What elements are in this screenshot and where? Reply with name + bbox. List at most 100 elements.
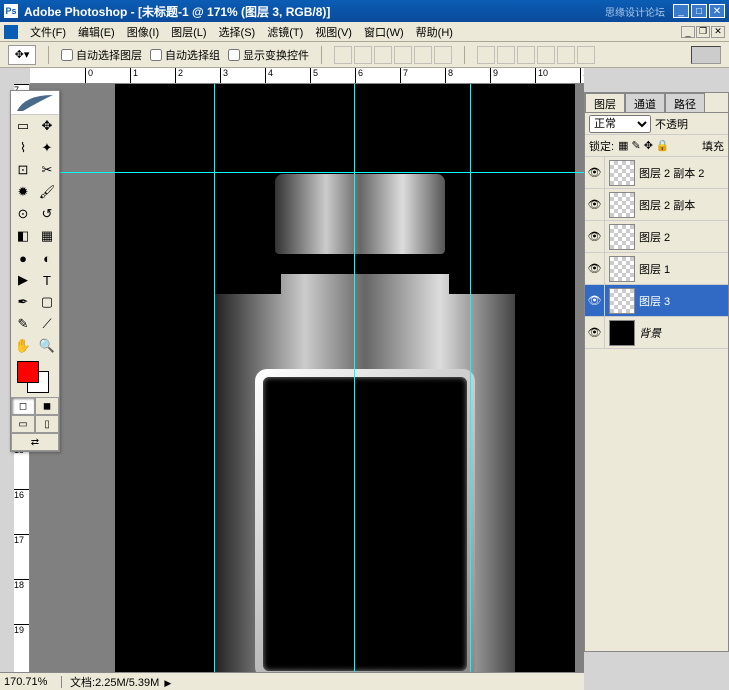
align-top-icon[interactable] <box>334 46 352 64</box>
doc-restore-button[interactable]: ❐ <box>696 26 710 38</box>
crop-tool-icon[interactable]: ⊡ <box>11 159 35 181</box>
tool-preset-picker[interactable]: ✥▾ <box>8 45 36 65</box>
menu-layer[interactable]: 图层(L) <box>165 22 212 42</box>
screen-mode-2-icon[interactable]: ▯ <box>35 415 59 433</box>
lasso-tool-icon[interactable]: ⌇ <box>11 137 35 159</box>
heal-tool-icon[interactable]: ✹ <box>11 181 35 203</box>
artwork-cap <box>275 174 445 254</box>
distribute-2-icon[interactable] <box>497 46 515 64</box>
history-brush-tool-icon[interactable]: ↺ <box>35 203 59 225</box>
blur-tool-icon[interactable]: ● <box>11 247 35 269</box>
show-transform-checkbox[interactable]: 显示变换控件 <box>228 47 309 63</box>
eraser-tool-icon[interactable]: ◧ <box>11 225 35 247</box>
layer-thumbnail[interactable] <box>609 320 635 346</box>
lock-transparency-icon[interactable]: ▦ <box>618 139 628 152</box>
layer-name-label[interactable]: 背景 <box>639 325 661 341</box>
layer-thumbnail[interactable] <box>609 224 635 250</box>
distribute-6-icon[interactable] <box>577 46 595 64</box>
visibility-eye-icon[interactable]: 👁 <box>585 285 605 316</box>
shape-tool-icon[interactable]: ▢ <box>35 291 59 313</box>
eyedropper-tool-icon[interactable]: ⟋ <box>35 313 59 335</box>
menu-edit[interactable]: 编辑(E) <box>72 22 121 42</box>
distribute-1-icon[interactable] <box>477 46 495 64</box>
distribute-4-icon[interactable] <box>537 46 555 64</box>
palette-well[interactable] <box>691 46 721 64</box>
close-button[interactable]: ✕ <box>709 4 725 18</box>
layer-name-label[interactable]: 图层 1 <box>639 261 670 277</box>
tab-paths[interactable]: 路径 <box>665 93 705 112</box>
layer-row[interactable]: 👁 图层 2 副本 <box>585 189 728 221</box>
layer-name-label[interactable]: 图层 2 <box>639 229 670 245</box>
lock-position-icon[interactable]: ✥ <box>644 139 653 152</box>
visibility-eye-icon[interactable]: 👁 <box>585 253 605 284</box>
align-hcenter-icon[interactable] <box>414 46 432 64</box>
brush-tool-icon[interactable]: 🖌 <box>35 181 59 203</box>
jump-to-imageready-icon[interactable]: ⇄ <box>11 433 59 451</box>
align-bottom-icon[interactable] <box>374 46 392 64</box>
tab-layers[interactable]: 图层 <box>585 93 625 112</box>
layer-row[interactable]: 👁 图层 1 <box>585 253 728 285</box>
gradient-tool-icon[interactable]: ▦ <box>35 225 59 247</box>
notes-tool-icon[interactable]: ✎ <box>11 313 35 335</box>
distribute-5-icon[interactable] <box>557 46 575 64</box>
foreground-color-swatch[interactable] <box>17 361 39 383</box>
zoom-tool-icon[interactable]: 🔍 <box>35 335 59 357</box>
menu-help[interactable]: 帮助(H) <box>410 22 459 42</box>
guide-horizontal[interactable] <box>30 172 584 173</box>
lock-all-icon[interactable]: 🔒 <box>656 139 670 152</box>
menu-image[interactable]: 图像(I) <box>121 22 165 42</box>
layer-row[interactable]: 👁 图层 2 副本 2 <box>585 157 728 189</box>
horizontal-ruler[interactable]: 0 1 2 3 4 5 6 7 8 9 10 11 <box>30 68 584 84</box>
layer-thumbnail[interactable] <box>609 256 635 282</box>
standard-mode-icon[interactable]: ◻ <box>11 397 35 415</box>
visibility-eye-icon[interactable]: 👁 <box>585 221 605 252</box>
layer-thumbnail[interactable] <box>609 288 635 314</box>
menu-file[interactable]: 文件(F) <box>24 22 72 42</box>
quickmask-mode-icon[interactable]: ◼ <box>35 397 59 415</box>
move-tool-icon[interactable]: ✥ <box>35 115 59 137</box>
layer-thumbnail[interactable] <box>609 160 635 186</box>
layer-row[interactable]: 👁 背景 <box>585 317 728 349</box>
visibility-eye-icon[interactable]: 👁 <box>585 317 605 348</box>
align-vcenter-icon[interactable] <box>354 46 372 64</box>
screen-mode-1-icon[interactable]: ▭ <box>11 415 35 433</box>
layer-name-label[interactable]: 图层 2 副本 <box>639 197 695 213</box>
lock-pixels-icon[interactable]: ✎ <box>631 139 640 152</box>
path-select-tool-icon[interactable]: ▶ <box>11 269 35 291</box>
auto-select-layer-checkbox[interactable]: 自动选择图层 <box>61 47 142 63</box>
doc-minimize-button[interactable]: _ <box>681 26 695 38</box>
auto-select-group-checkbox[interactable]: 自动选择组 <box>150 47 220 63</box>
menu-view[interactable]: 视图(V) <box>309 22 358 42</box>
dodge-tool-icon[interactable]: ◐ <box>35 247 59 269</box>
menu-filter[interactable]: 滤镜(T) <box>261 22 309 42</box>
pen-tool-icon[interactable]: ✒ <box>11 291 35 313</box>
layer-row[interactable]: 👁 图层 3 <box>585 285 728 317</box>
maximize-button[interactable]: □ <box>691 4 707 18</box>
marquee-tool-icon[interactable]: ▭ <box>11 115 35 137</box>
align-right-icon[interactable] <box>434 46 452 64</box>
blend-mode-select[interactable]: 正常 <box>589 115 651 133</box>
layer-name-label[interactable]: 图层 3 <box>639 293 670 309</box>
visibility-eye-icon[interactable]: 👁 <box>585 157 605 188</box>
layer-name-label[interactable]: 图层 2 副本 2 <box>639 165 704 181</box>
align-left-icon[interactable] <box>394 46 412 64</box>
doc-size-label[interactable]: 文档:2.25M/5.39M ▶ <box>62 674 179 690</box>
slice-tool-icon[interactable]: ✂ <box>35 159 59 181</box>
tab-channels[interactable]: 通道 <box>625 93 665 112</box>
color-picker[interactable] <box>11 357 59 397</box>
zoom-field[interactable]: 170.71% <box>0 676 62 688</box>
canvas-area[interactable] <box>30 84 584 672</box>
menu-select[interactable]: 选择(S) <box>213 22 262 42</box>
distribute-3-icon[interactable] <box>517 46 535 64</box>
menu-window[interactable]: 窗口(W) <box>358 22 410 42</box>
toolbox-header[interactable] <box>11 91 59 115</box>
hand-tool-icon[interactable]: ✋ <box>11 335 35 357</box>
minimize-button[interactable]: _ <box>673 4 689 18</box>
layer-thumbnail[interactable] <box>609 192 635 218</box>
wand-tool-icon[interactable]: ✦ <box>35 137 59 159</box>
type-tool-icon[interactable]: T <box>35 269 59 291</box>
visibility-eye-icon[interactable]: 👁 <box>585 189 605 220</box>
doc-close-button[interactable]: ✕ <box>711 26 725 38</box>
layer-row[interactable]: 👁 图层 2 <box>585 221 728 253</box>
stamp-tool-icon[interactable]: ⊙ <box>11 203 35 225</box>
